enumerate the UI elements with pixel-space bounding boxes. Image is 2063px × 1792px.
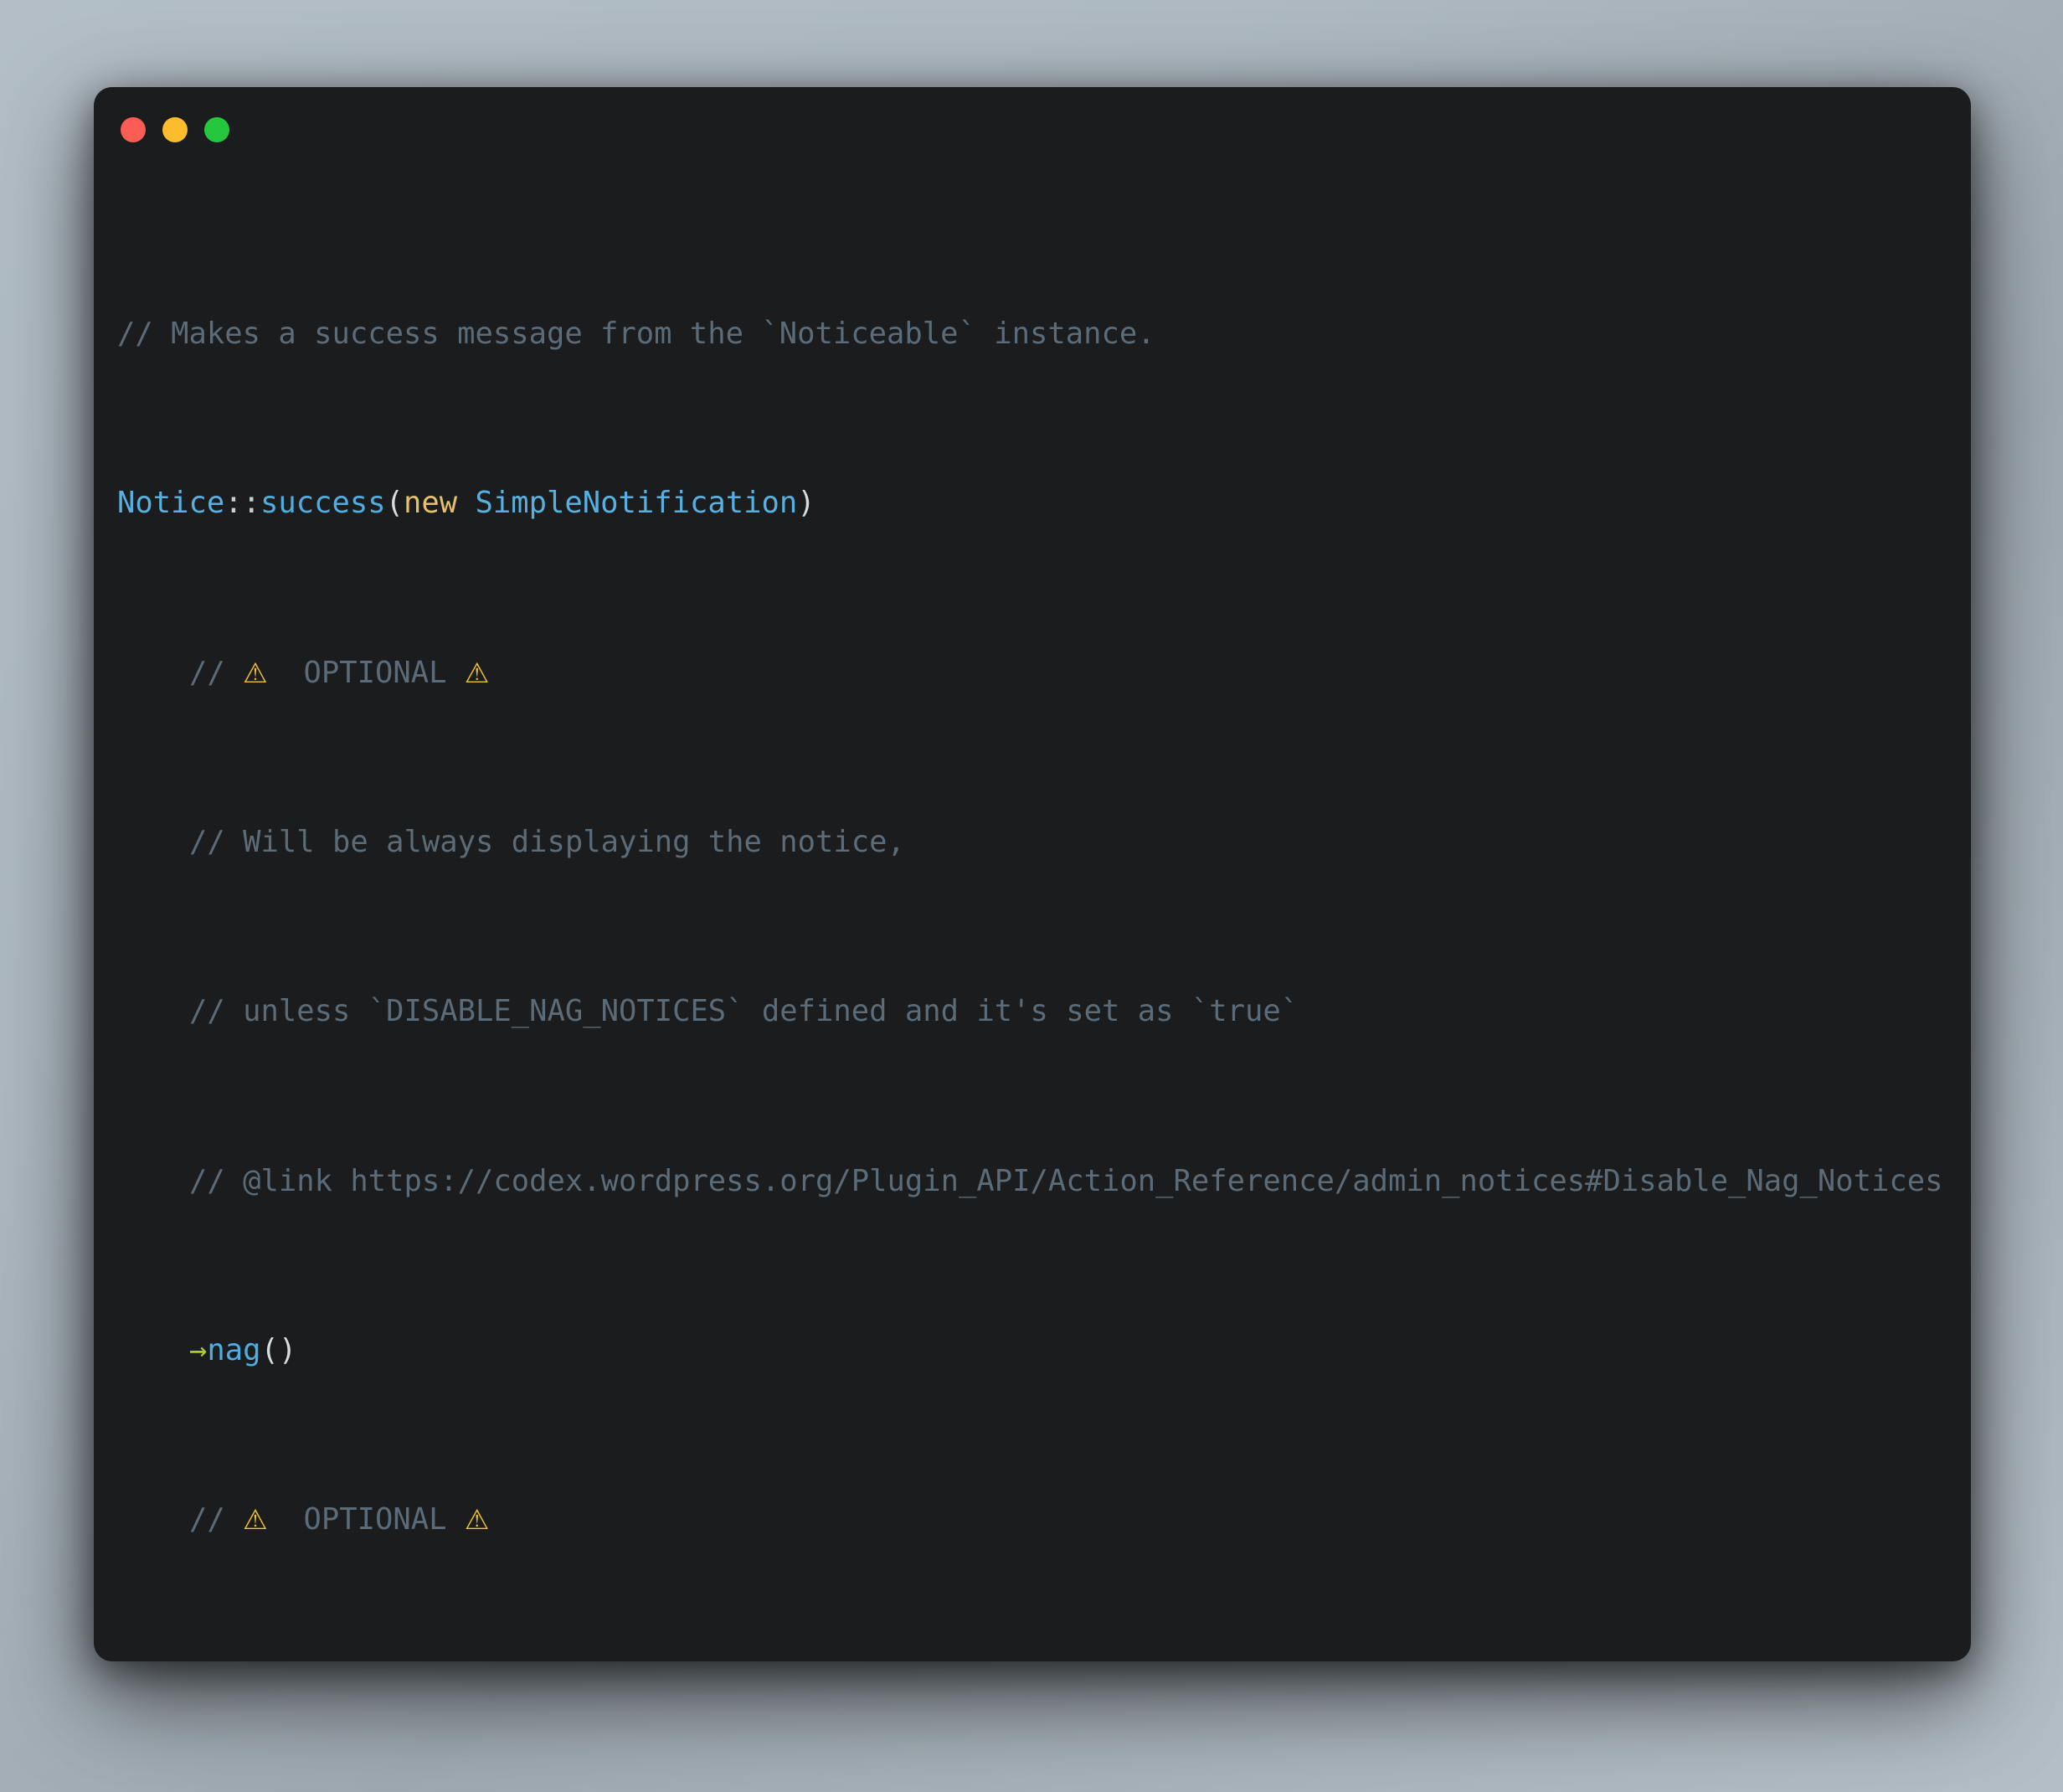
code-line: Notice::success(new SimpleNotification) (117, 482, 1971, 525)
code-line: // ⚠ OPTIONAL ⚠ (117, 1499, 1971, 1542)
class-argument: SimpleNotification (475, 486, 798, 521)
comment-text: // unless `DISABLE_NAG_NOTICES` defined … (189, 994, 1299, 1029)
method-name: success (260, 486, 386, 521)
code-line: →nag() (117, 1330, 1971, 1372)
class-name: Notice (117, 486, 225, 521)
close-paren: ) (797, 486, 815, 521)
code-line: // @link https://codex.wordpress.org/Plu… (117, 1161, 1971, 1203)
traffic-light-group (121, 117, 229, 142)
minimize-window-button[interactable] (162, 117, 188, 142)
arrow-icon: → (189, 1333, 208, 1368)
scope-operator: :: (224, 486, 260, 521)
comment-text: // Makes a success message from the `Not… (117, 316, 1155, 351)
code-line: // Will be always displaying the notice, (117, 821, 1971, 864)
maximize-window-button[interactable] (204, 117, 229, 142)
optional-label: OPTIONAL (303, 655, 447, 690)
method-name: nag (207, 1333, 261, 1368)
comment-link-text: // @link https://codex.wordpress.org/Plu… (189, 1163, 1943, 1198)
code-editor-window: // Makes a success message from the `Not… (94, 87, 1971, 1661)
warning-triangle-icon: ⚠ (464, 656, 490, 689)
comment-marker: // (189, 655, 225, 690)
parens: () (260, 1333, 297, 1368)
code-line: // Makes a success message from the `Not… (117, 313, 1971, 356)
optional-label: OPTIONAL (303, 1502, 447, 1537)
code-line: // unless `DISABLE_NAG_NOTICES` defined … (117, 991, 1971, 1033)
new-keyword: new (404, 486, 458, 521)
comment-marker: // (189, 1502, 225, 1537)
warning-triangle-icon: ⚠ (464, 1503, 490, 1537)
warning-triangle-icon: ⚠ (243, 656, 268, 689)
window-titlebar[interactable] (94, 87, 1971, 167)
warning-triangle-icon: ⚠ (243, 1503, 268, 1537)
close-window-button[interactable] (121, 117, 146, 142)
code-line: // ⚠ OPTIONAL ⚠ (117, 652, 1971, 695)
comment-text: // Will be always displaying the notice, (189, 824, 905, 859)
open-paren: ( (385, 486, 404, 521)
code-content[interactable]: // Makes a success message from the `Not… (117, 186, 1971, 1661)
desktop-background: // Makes a success message from the `Not… (0, 0, 2063, 1792)
